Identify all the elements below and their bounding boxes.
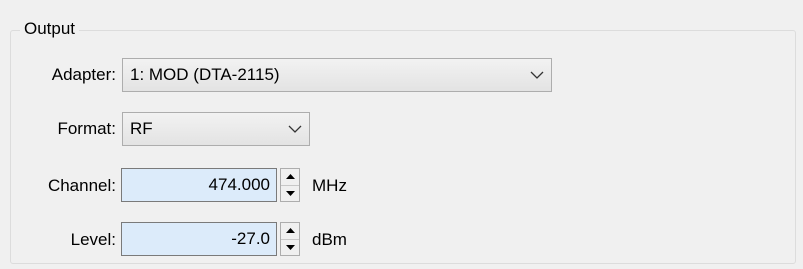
channel-label: Channel: [47,176,116,195]
channel-input[interactable]: 474.000 [121,168,277,202]
level-unit: dBm [312,230,347,249]
format-dropdown[interactable]: RF [122,112,310,146]
channel-spinner[interactable] [280,168,300,202]
channel-unit: MHz [312,176,347,195]
adapter-dropdown-value: 1: MOD (DTA-2115) [130,65,280,84]
format-label: Format: [57,119,116,138]
triangle-up-icon [285,228,295,234]
adapter-label: Adapter: [51,65,116,84]
triangle-up-icon [285,174,295,180]
triangle-down-icon [285,190,295,196]
channel-spin-down-button[interactable] [281,184,299,202]
chevron-down-icon [523,59,551,91]
level-spinner[interactable] [280,222,300,256]
level-spin-down-button[interactable] [281,238,299,256]
chevron-down-icon [281,113,309,145]
triangle-down-icon [285,244,295,250]
format-dropdown-value: RF [130,119,153,138]
level-label: Level: [70,230,116,249]
level-input[interactable]: -27.0 [121,222,277,256]
adapter-dropdown[interactable]: 1: MOD (DTA-2115) [122,58,552,92]
channel-spin-up-button[interactable] [281,169,299,185]
output-group-title: Output [20,18,80,40]
level-spin-up-button[interactable] [281,223,299,239]
